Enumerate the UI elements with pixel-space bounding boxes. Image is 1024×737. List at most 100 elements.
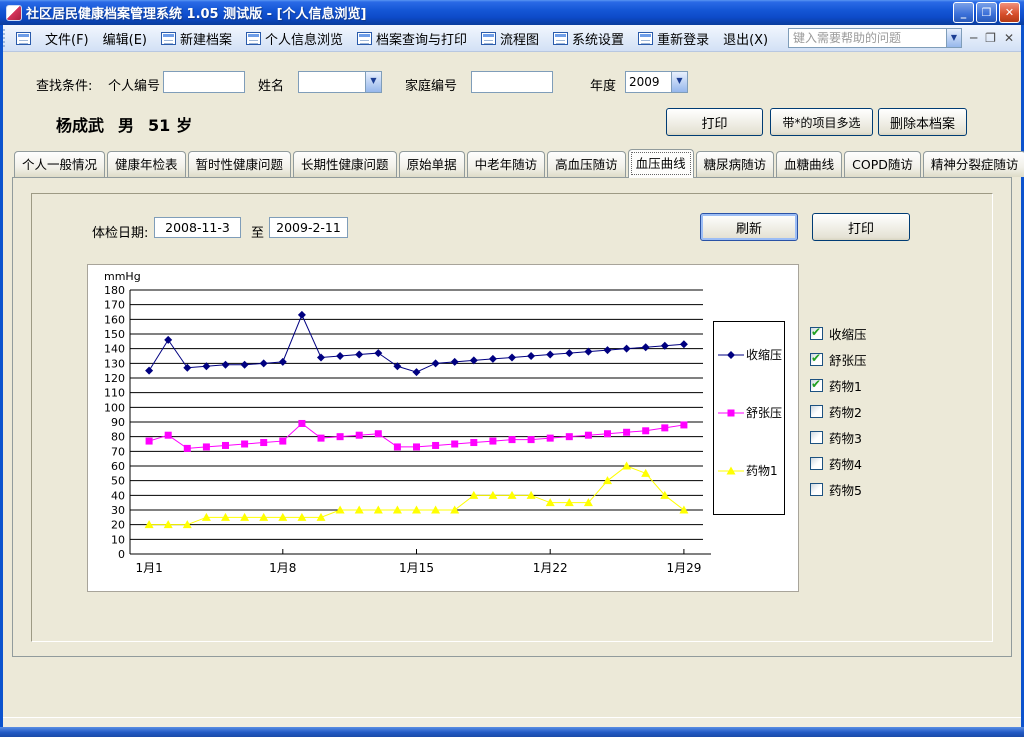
square-marker — [375, 430, 382, 437]
square-marker — [547, 435, 554, 442]
chevron-down-icon[interactable]: ▼ — [946, 28, 962, 48]
square-marker — [604, 430, 611, 437]
tab-4[interactable]: 长期性健康问题 — [293, 151, 397, 177]
tab-5[interactable]: 原始单据 — [399, 151, 465, 177]
menu-item-5[interactable]: 档案查询与打印 — [350, 26, 474, 51]
square-marker — [356, 432, 363, 439]
print-record-button[interactable]: 打印 — [666, 108, 763, 136]
series-toggle-药物3[interactable]: 药物3 — [810, 424, 867, 450]
multi-select-button[interactable]: 带*的项目多选 — [770, 108, 873, 136]
chart-print-button[interactable]: 打印 — [812, 213, 910, 241]
y-tick-label: 130 — [104, 357, 125, 370]
mdi-restore-icon[interactable]: ❐ — [985, 31, 996, 45]
tab-12[interactable]: 精神分裂症随访 — [923, 151, 1024, 177]
checkbox-checked-icon[interactable]: ✔ — [810, 379, 823, 392]
series-toggle-label: 药物2 — [829, 402, 862, 421]
tab-6[interactable]: 中老年随访 — [467, 151, 546, 177]
mdi-close-icon[interactable]: ✕ — [1004, 31, 1014, 45]
triangle-marker — [202, 513, 211, 521]
menu-item-label: 退出(X) — [723, 29, 768, 48]
minimize-button[interactable]: _ — [953, 2, 974, 23]
form-icon — [481, 32, 496, 45]
legend-entry-舒张压: 舒张压 — [718, 404, 782, 421]
triangle-marker — [297, 513, 306, 521]
tab-10[interactable]: 血糖曲线 — [776, 151, 842, 177]
tab-3[interactable]: 暂时性健康问题 — [188, 151, 292, 177]
square-marker — [528, 436, 535, 443]
delete-record-button[interactable]: 删除本档案 — [878, 108, 967, 136]
series-toggle-药物4[interactable]: 药物4 — [810, 450, 867, 476]
series-toggle-药物5[interactable]: 药物5 — [810, 476, 867, 502]
refresh-button[interactable]: 刷新 — [700, 213, 798, 241]
menu-item-8[interactable]: 重新登录 — [631, 26, 716, 51]
checkbox-icon[interactable] — [810, 405, 823, 418]
menu-item-2[interactable]: 编辑(E) — [96, 26, 154, 51]
diamond-marker — [164, 336, 172, 344]
chevron-down-icon[interactable]: ▼ — [365, 72, 381, 92]
checkbox-icon[interactable] — [810, 457, 823, 470]
menu-item-4[interactable]: 个人信息浏览 — [239, 26, 350, 51]
square-marker — [661, 424, 668, 431]
family-id-label: 家庭编号 — [405, 75, 457, 94]
checkbox-checked-icon[interactable]: ✔ — [810, 353, 823, 366]
form-icon — [16, 32, 31, 45]
menu-item-3[interactable]: 新建档案 — [154, 26, 239, 51]
chevron-down-icon[interactable]: ▼ — [671, 72, 687, 92]
diamond-marker — [680, 340, 688, 348]
tab-1[interactable]: 个人一般情况 — [14, 151, 105, 177]
family-id-input[interactable] — [471, 71, 553, 93]
blood-pressure-chart-card: 0102030405060708090100110120130140150160… — [87, 264, 799, 592]
series-toggle-药物1[interactable]: ✔药物1 — [810, 372, 867, 398]
series-toggle-舒张压[interactable]: ✔舒张压 — [810, 346, 867, 372]
triangle-marker — [527, 491, 536, 499]
system-menu-icon[interactable] — [9, 29, 38, 48]
menu-item-7[interactable]: 系统设置 — [546, 26, 631, 51]
square-marker — [298, 420, 305, 427]
form-icon — [638, 32, 653, 45]
diamond-marker — [336, 352, 344, 360]
tab-8[interactable]: 血压曲线 — [628, 149, 694, 178]
checkbox-checked-icon[interactable]: ✔ — [810, 327, 823, 340]
name-combo[interactable]: ▼ — [298, 71, 382, 93]
year-combo[interactable]: 2009 ▼ — [625, 71, 688, 93]
app-window: 社区居民健康档案管理系统 1.05 测试版 - [个人信息浏览] _ ❐ ✕ 文… — [0, 0, 1024, 737]
diamond-marker — [623, 345, 631, 353]
personal-id-input[interactable] — [163, 71, 245, 93]
menu-item-9[interactable]: 退出(X) — [716, 26, 775, 51]
close-button[interactable]: ✕ — [999, 2, 1020, 23]
window-title: 社区居民健康档案管理系统 1.05 测试版 - [个人信息浏览] — [26, 3, 366, 22]
checkbox-icon[interactable] — [810, 483, 823, 496]
date-from-input[interactable] — [154, 217, 241, 238]
triangle-marker — [508, 491, 517, 499]
legend-marker-icon — [718, 465, 744, 477]
tab-2[interactable]: 健康年检表 — [107, 151, 186, 177]
patient-gender: 男 — [118, 116, 134, 135]
patient-summary: 杨成武男51岁 — [56, 112, 206, 136]
form-icon — [161, 32, 176, 45]
series-toggle-药物2[interactable]: 药物2 — [810, 398, 867, 424]
triangle-marker — [278, 513, 287, 521]
window-border-bottom — [0, 727, 1024, 737]
mdi-minimize-icon[interactable]: ─ — [970, 31, 977, 45]
legend-label: 收缩压 — [746, 346, 782, 363]
tab-7[interactable]: 高血压随访 — [547, 151, 626, 177]
series-toggle-label: 药物3 — [829, 428, 862, 447]
date-to-input[interactable] — [269, 217, 348, 238]
restore-button[interactable]: ❐ — [976, 2, 997, 23]
diamond-marker — [565, 349, 573, 357]
y-tick-label: 30 — [111, 504, 125, 517]
triangle-marker — [183, 520, 192, 528]
menu-item-label: 编辑(E) — [103, 29, 147, 48]
square-marker — [642, 427, 649, 434]
year-combo-value: 2009 — [626, 75, 671, 89]
diamond-marker — [489, 355, 497, 363]
tab-9[interactable]: 糖尿病随访 — [696, 151, 775, 177]
chart-legend: 收缩压舒张压药物1 — [713, 321, 785, 515]
menu-item-6[interactable]: 流程图 — [474, 26, 546, 51]
series-toggle-收缩压[interactable]: ✔收缩压 — [810, 320, 867, 346]
triangle-marker — [145, 520, 154, 528]
menu-item-1[interactable]: 文件(F) — [38, 26, 96, 51]
tab-11[interactable]: COPD随访 — [844, 151, 921, 177]
help-search-input[interactable] — [788, 28, 946, 48]
checkbox-icon[interactable] — [810, 431, 823, 444]
